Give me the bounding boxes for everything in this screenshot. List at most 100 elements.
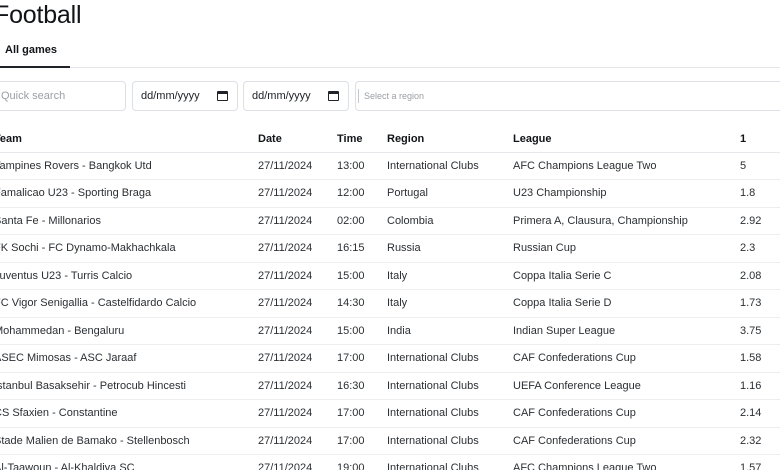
date-cell: 27/11/2024 [258,289,337,318]
team-cell: FC Vigor Senigallia - Castelfidardo Calc… [0,289,258,318]
end-date-value: dd/mm/yyyy [252,90,311,102]
team-cell: Famalicao U23 - Sporting Braga [0,179,258,208]
table-row[interactable]: Stade Malien de Bamako - Stellenbosch 27/… [0,427,780,455]
league-cell: Russian Cup [513,234,740,263]
text-cursor-icon [358,89,359,103]
table-row[interactable]: FC Vigor Senigallia - Castelfidardo Calc… [0,289,780,318]
table-row[interactable]: Famalicao U23 - Sporting Braga 27/11/2024… [0,179,780,208]
date-cell: 27/11/2024 [258,344,337,373]
region-cell: International Clubs [387,399,513,428]
region-cell: International Clubs [387,454,513,470]
odd-cell: 2.08 [740,262,780,290]
time-cell: 16:30 [337,372,387,400]
odd-cell: 3.75 [740,317,780,345]
date-cell: 27/11/2024 [258,234,337,263]
table-row[interactable]: Istanbul Basaksehir - Petrocub Hincesti 2… [0,372,780,400]
football-page: Football All games dd/mm/yyyy dd/mm/yyyy… [0,0,780,470]
region-cell: Russia [387,234,513,263]
time-cell: 15:00 [337,317,387,345]
end-date-input[interactable]: dd/mm/yyyy [243,81,349,111]
odd-cell: 1.16 [740,372,780,400]
region-cell: Portugal [387,179,513,208]
time-cell: 17:00 [337,399,387,428]
team-cell: Istanbul Basaksehir - Petrocub Hincesti [0,372,258,400]
league-cell: Coppa Italia Serie C [513,262,740,290]
region-cell: Italy [387,262,513,290]
date-cell: 27/11/2024 [258,372,337,400]
region-cell: International Clubs [387,344,513,373]
time-cell: 16:15 [337,234,387,263]
odd-cell: 2.3 [740,234,780,263]
league-cell: Coppa Italia Serie D [513,289,740,318]
column-header-region[interactable]: Region [387,126,513,153]
region-select[interactable]: Select a region [355,81,780,111]
team-cell: Al-Taawoun - Al-Khaldiya SC [0,454,258,470]
team-cell: ASEC Mimosas - ASC Jaraaf [0,344,258,373]
column-header-team[interactable]: Team [0,126,258,153]
odd-cell: 2.92 [740,207,780,235]
time-cell: 17:00 [337,427,387,455]
league-cell: AFC Champions League Two [513,454,740,470]
date-cell: 27/11/2024 [258,179,337,208]
games-table: Team Date Time Region League 1 Tampines … [0,126,780,470]
time-cell: 02:00 [337,207,387,235]
team-cell: Tampines Rovers - Bangkok Utd [0,152,258,180]
odd-cell: 2.14 [740,399,780,428]
time-cell: 14:30 [337,289,387,318]
start-date-input[interactable]: dd/mm/yyyy [132,81,238,111]
table-row[interactable]: Mohammedan - Bengaluru 27/11/2024 15:00 Ind… [0,317,780,345]
table-row[interactable]: FK Sochi - FC Dynamo-Makhachkala 27/11/20… [0,234,780,263]
table-row[interactable]: Tampines Rovers - Bangkok Utd 27/11/2024 1… [0,152,780,180]
table-row[interactable]: Al-Taawoun - Al-Khaldiya SC 27/11/2024 19:… [0,454,780,470]
calendar-icon[interactable] [217,91,228,101]
table-body: Tampines Rovers - Bangkok Utd 27/11/2024 1… [0,152,780,470]
tab-all-games[interactable]: All games [0,38,70,68]
quick-search-input[interactable] [0,81,126,111]
column-header-odd-1[interactable]: 1 [740,126,780,153]
region-cell: India [387,317,513,345]
region-cell: Colombia [387,207,513,235]
date-cell: 27/11/2024 [258,207,337,235]
table-row[interactable]: CS Sfaxien - Constantine 27/11/2024 17:00 I… [0,399,780,428]
odd-cell: 1.58 [740,344,780,373]
date-cell: 27/11/2024 [258,399,337,428]
team-cell: Stade Malien de Bamako - Stellenbosch [0,427,258,455]
date-cell: 27/11/2024 [258,427,337,455]
team-cell: FK Sochi - FC Dynamo-Makhachkala [0,234,258,263]
table-row[interactable]: Juventus U23 - Turris Calcio 27/11/2024 15… [0,262,780,290]
odd-cell: 5 [740,152,780,180]
league-cell: Primera A, Clausura, Championship [513,207,740,235]
time-cell: 13:00 [337,152,387,180]
time-cell: 12:00 [337,179,387,208]
time-cell: 17:00 [337,344,387,373]
region-cell: International Clubs [387,372,513,400]
column-header-league[interactable]: League [513,126,740,153]
region-cell: Italy [387,289,513,318]
date-cell: 27/11/2024 [258,317,337,345]
page-title: Football [0,1,82,29]
league-cell: CAF Confederations Cup [513,427,740,455]
league-cell: AFC Champions League Two [513,152,740,180]
time-cell: 15:00 [337,262,387,290]
column-header-date[interactable]: Date [258,126,337,153]
date-cell: 27/11/2024 [258,152,337,180]
league-cell: UEFA Conference League [513,372,740,400]
league-cell: CAF Confederations Cup [513,344,740,373]
table-row[interactable]: Santa Fe - Millonarios 27/11/2024 02:00 Col… [0,207,780,235]
odd-cell: 1.8 [740,179,780,208]
league-cell: Indian Super League [513,317,740,345]
league-cell: CAF Confederations Cup [513,399,740,428]
region-cell: International Clubs [387,427,513,455]
time-cell: 19:00 [337,454,387,470]
league-cell: U23 Championship [513,179,740,208]
column-header-time[interactable]: Time [337,126,387,153]
team-cell: Mohammedan - Bengaluru [0,317,258,345]
odd-cell: 2.32 [740,427,780,455]
team-cell: Juventus U23 - Turris Calcio [0,262,258,290]
odd-cell: 1.57 [740,454,780,470]
team-cell: CS Sfaxien - Constantine [0,399,258,428]
calendar-icon[interactable] [328,91,339,101]
tab-bar: All games [0,38,780,68]
table-row[interactable]: ASEC Mimosas - ASC Jaraaf 27/11/2024 17:00… [0,344,780,373]
team-cell: Santa Fe - Millonarios [0,207,258,235]
